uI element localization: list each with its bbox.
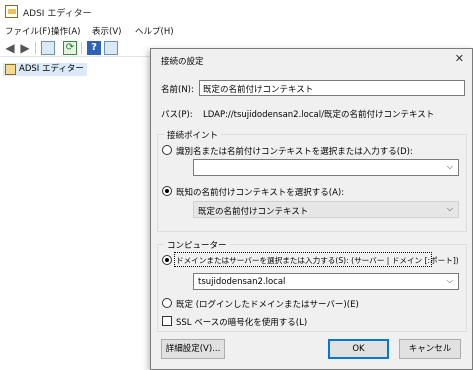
path-label: パス(P): [161,110,193,120]
toolbar-separator [81,42,82,54]
connection-point-title: 接続ポイント [164,129,222,141]
distinguished-name-combo[interactable]: ⌵ [193,159,459,176]
name-input[interactable]: 既定の名前付けコンテキスト [199,80,465,96]
radio-server-label: ドメインまたはサーバーを選択または入力する(S): (サーバー | ドメイン [… [176,256,459,265]
radio-known-context[interactable] [162,186,172,196]
computer-title: コンピューター [164,239,230,251]
ok-button[interactable]: OK [328,339,389,359]
connection-settings-dialog: 接続の設定 ✕ 名前(N): 既定の名前付けコンテキスト パス(P): LDAP… [150,48,473,370]
chevron-down-icon: ⌵ [446,276,453,285]
server-combo[interactable]: tsujidodensan2.local ⌵ [193,273,459,290]
chevron-down-icon: ⌵ [446,162,453,171]
cancel-button[interactable]: キャンセル [399,339,461,359]
forward-arrow-icon[interactable]: ▶ [18,41,32,55]
show-tree-icon[interactable] [41,41,55,55]
radio-distinguished-name-label: 識別名または名前付けコンテキストを選択または入力する(D): [176,147,413,157]
window-title: ADSI エディター [23,9,92,19]
back-arrow-icon[interactable]: ◀ [3,41,17,55]
server-value: tsujidodensan2.local [198,277,286,287]
name-label: 名前(N): [161,85,194,95]
chevron-down-icon: ⌵ [446,204,453,213]
menu-file[interactable]: ファイル(F) [5,25,51,37]
menu-bar: ファイル(F) 操作(A) 表示(V) ヘルプ(H) [0,24,473,39]
known-context-select[interactable]: 既定の名前付けコンテキスト ⌵ [193,201,459,218]
radio-known-context-label: 既知の名前付けコンテキストを選択する(A): [176,188,345,198]
path-value: LDAP://tsujidodensan2.local/既定の名前付けコンテキス… [203,110,435,120]
computer-group: コンピューター ドメインまたはサーバーを選択または入力する(S): (サーバー … [157,239,467,332]
advanced-button[interactable]: 詳細設定(V)... [161,339,225,359]
connection-point-group: 接続ポイント 識別名または名前付けコンテキストを選択または入力する(D): ⌵ … [157,129,467,232]
help-icon[interactable]: ? [87,41,101,55]
adsi-tree-icon [5,64,16,75]
close-icon[interactable]: ✕ [455,52,464,65]
tree-item-root[interactable]: ADSI エディター [3,63,87,76]
radio-default-server[interactable] [162,298,172,308]
toolbar-separator [35,42,36,54]
radio-distinguished-name[interactable] [162,145,172,155]
properties-icon[interactable] [104,41,118,55]
refresh-icon[interactable]: ⟳ [63,41,77,55]
dialog-title: 接続の設定 [161,57,204,67]
radio-server[interactable] [162,255,172,265]
adsi-app-icon [5,5,18,18]
window-titlebar: ADSI エディター [0,0,473,24]
ssl-checkbox[interactable] [162,316,172,326]
radio-default-server-label: 既定 (ログインしたドメインまたはサーバー)(E) [176,300,359,310]
menu-help[interactable]: ヘルプ(H) [135,25,174,37]
menu-action[interactable]: 操作(A) [51,25,80,37]
ssl-checkbox-label: SSL ベースの暗号化を使用する(L) [176,318,308,328]
known-context-value: 既定の名前付けコンテキスト [198,207,309,217]
tree-item-label: ADSI エディター [19,64,84,74]
tree-pane: ADSI エディター [0,58,150,370]
menu-view[interactable]: 表示(V) [92,25,121,37]
